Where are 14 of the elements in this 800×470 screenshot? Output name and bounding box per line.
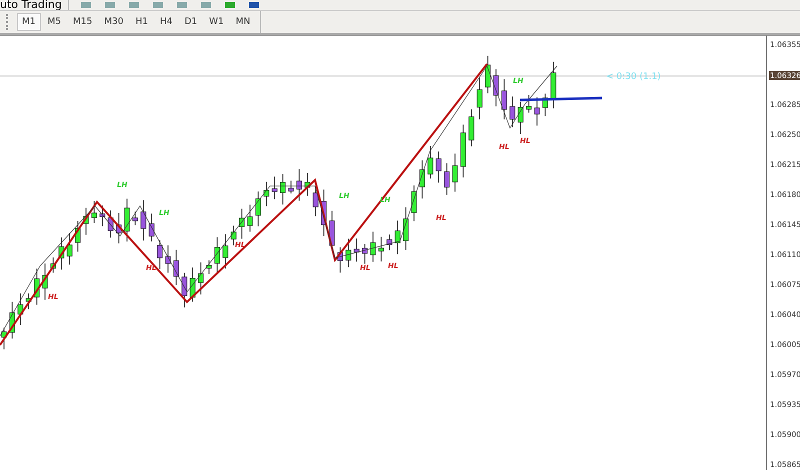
- toolbar-icon[interactable]: [246, 2, 261, 10]
- timeframe-button[interactable]: H1: [130, 13, 153, 31]
- timeframe-button[interactable]: D1: [179, 13, 202, 31]
- add-icon[interactable]: [222, 2, 237, 10]
- bar-countdown-text: < 0:30 (1.1): [606, 72, 661, 82]
- timeframe-button[interactable]: M15: [68, 13, 98, 31]
- level-line[interactable]: [520, 96, 602, 102]
- timeframe-button[interactable]: H4: [154, 13, 178, 31]
- timeframe-button[interactable]: M30: [99, 13, 128, 31]
- timeframe-button[interactable]: MN: [230, 13, 256, 31]
- timeframe-button[interactable]: W1: [204, 13, 229, 31]
- auto-trading-button[interactable]: uto Trading: [0, 0, 69, 10]
- timeframe-button[interactable]: M5: [42, 13, 66, 31]
- timeframe-button[interactable]: M1: [17, 13, 40, 31]
